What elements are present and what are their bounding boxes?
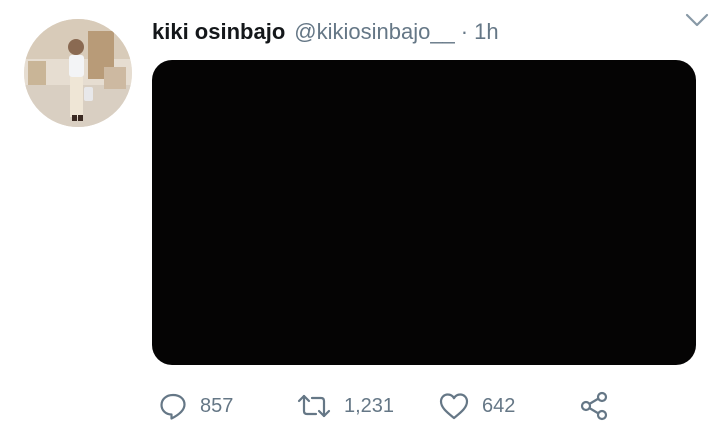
retweet-count: 1,231 [344, 394, 395, 417]
retweet-icon [296, 391, 332, 421]
separator-dot: · [460, 19, 469, 44]
share-icon [578, 390, 610, 422]
retweet-button[interactable]: 1,231 [296, 387, 394, 425]
avatar[interactable] [24, 19, 132, 127]
display-name[interactable]: kiki osinbajo [152, 19, 285, 45]
user-handle[interactable]: @kikiosinbajo__ [294, 19, 455, 45]
tweet-actions: 857 1,231 642 [152, 387, 672, 425]
timestamp[interactable]: 1h [474, 19, 498, 45]
tweet-media[interactable] [152, 60, 696, 365]
reply-count: 857 [200, 394, 234, 417]
tweet-header: kiki osinbajo @kikiosinbajo__ · 1h [152, 14, 700, 50]
heart-icon [438, 391, 470, 421]
like-button[interactable]: 642 [438, 387, 515, 425]
reply-button[interactable]: 857 [158, 387, 233, 425]
share-button[interactable] [578, 387, 610, 425]
like-count: 642 [482, 394, 516, 417]
comment-icon [158, 391, 188, 421]
chevron-down-icon[interactable] [684, 10, 710, 30]
